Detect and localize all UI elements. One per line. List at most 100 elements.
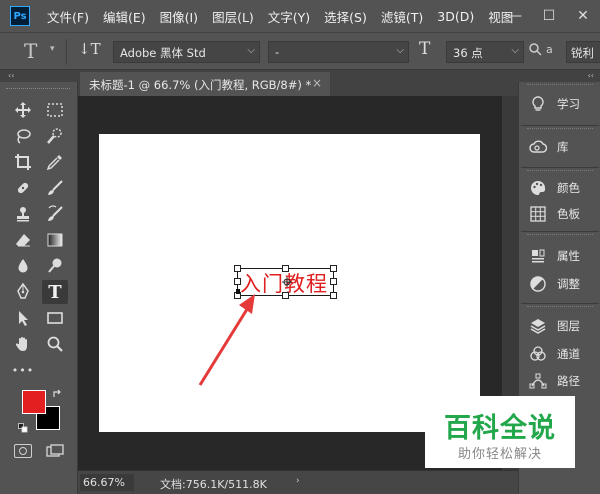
paths-icon [527, 372, 549, 390]
document-tab-bar: 未标题-1 @ 66.7% (入门教程, RGB/8#) * × [78, 70, 518, 96]
font-size-value: 36 点 [453, 46, 483, 60]
quick-mask-icon[interactable] [14, 444, 32, 458]
panel-grip [6, 88, 70, 91]
menu-layer[interactable]: 图层(L) [205, 7, 261, 26]
hand-tool-icon[interactable] [10, 332, 36, 356]
panel-adjustments[interactable]: 调整 [527, 272, 600, 296]
anti-alias-label: a [546, 43, 553, 56]
eraser-tool-icon[interactable] [10, 228, 36, 252]
menu-image[interactable]: 图像(I) [153, 7, 205, 26]
status-bar: 66.67% 文档:756.1K/511.8K › [78, 470, 518, 494]
panel-channels-label: 通道 [557, 347, 580, 361]
healing-brush-tool-icon[interactable] [10, 176, 36, 200]
zoom-level-field[interactable]: 66.67% [80, 474, 134, 491]
eyedropper-tool-icon[interactable] [42, 150, 68, 174]
grid-icon [527, 205, 549, 223]
minimize-button[interactable]: — [498, 0, 532, 32]
close-window-button[interactable]: ✕ [566, 0, 600, 32]
menu-file[interactable]: 文件(F) [40, 7, 96, 26]
panel-libraries[interactable]: 库 [527, 135, 600, 159]
panel-libraries-label: 库 [557, 140, 569, 154]
pen-tool-icon[interactable] [10, 280, 36, 304]
chevron-down-icon: ⌵ [247, 45, 255, 56]
panel-learn[interactable]: 学习 [527, 92, 600, 116]
panel-grip [527, 306, 593, 308]
menu-filter[interactable]: 滤镜(T) [374, 7, 430, 26]
menu-type[interactable]: 文字(Y) [261, 7, 317, 26]
dock-group-layers: 图层 通道 路径 [521, 304, 599, 404]
panel-grip [527, 234, 593, 236]
brush-tool-icon[interactable] [42, 176, 68, 200]
dock-collapse[interactable]: ‹‹ [518, 70, 600, 82]
menu-3d[interactable]: 3D(D) [430, 9, 481, 24]
chevron-right-icon[interactable]: › [296, 476, 300, 486]
lasso-tool-icon[interactable] [10, 124, 36, 148]
panel-paths[interactable]: 路径 [527, 369, 600, 393]
document-canvas[interactable]: 入门教程 [99, 134, 480, 432]
restore-button[interactable]: ☐ [532, 0, 566, 32]
path-selection-tool-icon[interactable] [10, 306, 36, 330]
lightbulb-icon [527, 95, 549, 113]
rectangle-tool-icon[interactable] [42, 306, 68, 330]
panel-adjustments-label: 调整 [557, 277, 580, 291]
dock-group-learn: 学习 [521, 82, 599, 126]
watermark-title: 百科全说 [444, 413, 556, 444]
options-bar: T ▾ ↓T Adobe 黑体 Std ⌵ - ⌵ T 36 点 ⌵ a 锐利 [0, 32, 600, 70]
zoom-tool-icon[interactable] [42, 332, 68, 356]
type-tool-preset-icon[interactable]: T [24, 39, 37, 63]
marquee-tool-icon[interactable] [42, 98, 68, 122]
panel-grip [527, 170, 593, 172]
font-style-select[interactable]: - ⌵ [268, 41, 409, 63]
foreground-color-swatch[interactable] [22, 390, 46, 414]
properties-icon [527, 247, 549, 265]
swap-colors-icon[interactable] [52, 389, 62, 402]
panel-layers[interactable]: 图层 [527, 314, 600, 338]
font-family-value: Adobe 黑体 Std [120, 46, 206, 60]
anti-alias-select[interactable]: 锐利 [566, 41, 600, 63]
panel-layers-label: 图层 [557, 319, 580, 333]
move-tool-icon[interactable] [10, 98, 36, 122]
horizontal-type-tool-icon[interactable]: T [42, 280, 68, 304]
panel-learn-label: 学习 [557, 97, 580, 111]
history-brush-tool-icon[interactable] [42, 202, 68, 226]
crop-tool-icon[interactable] [10, 150, 36, 174]
chevron-down-icon: ⌵ [396, 45, 404, 56]
adjustments-icon [527, 275, 549, 293]
annotation-arrow-icon [198, 294, 255, 386]
divider [66, 39, 67, 65]
panel-color-label: 颜色 [557, 181, 580, 195]
layers-icon [527, 317, 549, 335]
panel-channels[interactable]: 通道 [527, 342, 600, 366]
document-tab[interactable]: 未标题-1 @ 66.7% (入门教程, RGB/8#) * × [80, 72, 330, 96]
font-family-select[interactable]: Adobe 黑体 Std ⌵ [113, 41, 260, 63]
chevron-down-icon[interactable]: ▾ [50, 44, 55, 66]
anti-alias-value: 锐利 [571, 46, 594, 60]
clone-stamp-tool-icon[interactable] [10, 202, 36, 226]
palette-icon [527, 179, 549, 197]
edit-toolbar-icon[interactable]: ••• [10, 358, 36, 382]
panel-properties-label: 属性 [557, 249, 580, 263]
default-colors-icon[interactable] [18, 422, 28, 433]
gradient-tool-icon[interactable] [42, 228, 68, 252]
dodge-tool-icon[interactable] [42, 254, 68, 278]
panel-color[interactable]: 颜色 [527, 176, 600, 200]
panel-swatches[interactable]: 色板 [527, 202, 600, 226]
panel-properties[interactable]: 属性 [527, 244, 600, 268]
font-size-icon: T [419, 39, 431, 59]
quick-selection-tool-icon[interactable] [42, 124, 68, 148]
search-icon [528, 42, 542, 64]
site-watermark: 百科全说 助你轻松解决 [425, 396, 575, 468]
panel-paths-label: 路径 [557, 374, 580, 388]
toggle-text-orientation-icon[interactable]: ↓T [78, 40, 101, 62]
menu-select[interactable]: 选择(S) [317, 7, 374, 26]
document-tab-title: 未标题-1 @ 66.7% (入门教程, RGB/8#) * [89, 78, 312, 92]
close-icon[interactable]: × [312, 76, 322, 90]
screen-mode-icon[interactable] [46, 444, 64, 458]
font-size-select[interactable]: 36 点 ⌵ [446, 41, 524, 63]
photoshop-logo-icon: Ps [10, 6, 30, 26]
dock-group-color: 颜色 色板 [521, 168, 599, 232]
menu-edit[interactable]: 编辑(E) [96, 7, 153, 26]
panel-grip [527, 128, 593, 130]
tools-panel-collapse[interactable]: ‹‹ [0, 70, 78, 82]
blur-tool-icon[interactable] [10, 254, 36, 278]
